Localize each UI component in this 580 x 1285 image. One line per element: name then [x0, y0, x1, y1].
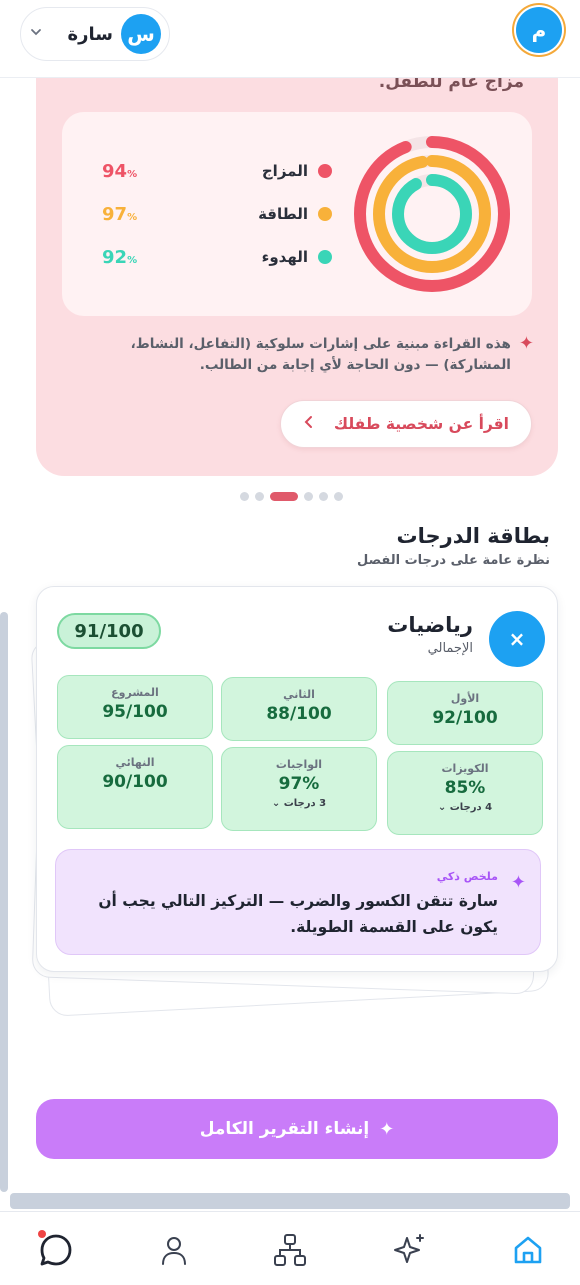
grade-card[interactable]: × رياضيات الإجمالي 91/100 الأول 92/100 ا… [36, 586, 558, 972]
sparkles-icon: ✦ [510, 872, 526, 893]
calm-dot [318, 250, 332, 264]
user-icon [162, 1237, 186, 1265]
mood-metric-calm: الهدوء 92% [102, 242, 332, 272]
calm-value: 92% [102, 246, 138, 268]
pager-dot-active[interactable] [270, 492, 298, 501]
mood-metric-energy: الطاقة 97% [102, 199, 332, 229]
pager-dot[interactable] [319, 492, 328, 501]
tile-expand[interactable]: 4 درجات ⌄ [388, 802, 542, 813]
sparkles-icon: ✦ [518, 333, 534, 354]
pager-dot[interactable] [334, 492, 343, 501]
pager-dot[interactable] [304, 492, 313, 501]
ai-summary-title: ملخص ذكي [436, 870, 498, 883]
top-bar: م س سارة [0, 0, 580, 78]
tile-title: الثاني [283, 688, 315, 701]
grade-tile-homework[interactable]: الواجبات 97% 3 درجات ⌄ [221, 747, 377, 831]
mood-card: مزاج عام للطفل. المزاج 94% الطاقة 97% ال… [36, 60, 558, 476]
read-personality-button[interactable]: اقرأ عن شخصية طفلك [280, 400, 532, 448]
horizontal-scrollbar[interactable] [10, 1193, 570, 1209]
sparkles-icon [394, 1234, 424, 1263]
account-avatar[interactable]: م [516, 7, 562, 53]
pager-dot[interactable] [240, 492, 249, 501]
tile-value: 90/100 [102, 772, 168, 792]
read-personality-label: اقرأ عن شخصية طفلك [333, 415, 509, 433]
nav-hierarchy[interactable] [270, 1230, 310, 1270]
energy-dot [318, 207, 332, 221]
tile-title: الكويزات [441, 762, 489, 775]
nav-chat[interactable] [36, 1230, 76, 1270]
mood-note-text: هذه القراءة مبنية على إشارات سلوكية (الت… [130, 336, 511, 373]
tile-value: 85% [444, 778, 486, 798]
calm-ring [392, 174, 472, 254]
tile-title: المشروع [111, 686, 159, 699]
ai-summary: ✦ ملخص ذكي سارة تتقن الكسور والضرب — الت… [55, 849, 541, 955]
mood-note: ✦ هذه القراءة مبنية على إشارات سلوكية (ا… [114, 334, 534, 376]
total-score-badge: 91/100 [57, 613, 161, 649]
bottom-nav [0, 1211, 580, 1285]
grades-title: بطاقة الدرجات [396, 524, 550, 548]
nav-home[interactable] [508, 1230, 548, 1270]
tile-value: 88/100 [266, 704, 332, 724]
grade-tile-quizzes[interactable]: الكويزات 85% 4 درجات ⌄ [387, 751, 543, 835]
grade-tile-project: المشروع 95/100 [57, 675, 213, 739]
ai-summary-text: سارة تتقن الكسور والضرب — التركيز التالي… [98, 892, 498, 936]
mood-rings-chart [354, 136, 510, 292]
mood-dot [318, 164, 332, 178]
child-selector[interactable]: س سارة [20, 7, 170, 61]
nav-ai[interactable] [390, 1230, 430, 1270]
energy-value: 97% [102, 203, 138, 225]
grade-tile-first: الأول 92/100 [387, 681, 543, 745]
chevron-left-icon [303, 415, 315, 433]
tile-value: 97% [278, 774, 320, 794]
generate-report-label: إنشاء التقرير الكامل [199, 1119, 370, 1139]
tile-value: 95/100 [102, 702, 168, 722]
multiply-icon: × [489, 611, 545, 667]
mood-metric-mood: المزاج 94% [102, 156, 332, 186]
generate-report-button[interactable]: ✦ إنشاء التقرير الكامل [36, 1099, 558, 1159]
chevron-down-icon [29, 25, 43, 43]
mood-panel: المزاج 94% الطاقة 97% الهدوء 92% [62, 112, 532, 316]
hierarchy-icon [274, 1234, 306, 1266]
tile-expand[interactable]: 3 درجات ⌄ [222, 798, 376, 809]
calm-label: الهدوء [261, 248, 308, 266]
grades-subtitle: نظرة عامة على درجات الفصل [356, 553, 550, 568]
child-name: سارة [67, 23, 113, 45]
grade-tile-second: الثاني 88/100 [221, 677, 377, 741]
grade-tile-final: النهائي 90/100 [57, 745, 213, 829]
mood-label: المزاج [261, 162, 308, 180]
tile-title: النهائي [115, 756, 155, 769]
sparkles-icon: ✦ [379, 1118, 395, 1140]
home-icon [514, 1236, 542, 1264]
subject-name: رياضيات [387, 613, 473, 637]
notification-dot [38, 1230, 46, 1238]
pager-dot[interactable] [255, 492, 264, 501]
nav-profile[interactable] [154, 1230, 194, 1270]
tile-title: الواجبات [275, 758, 323, 771]
child-avatar: س [121, 14, 161, 54]
mood-value: 94% [102, 160, 138, 182]
vertical-scrollbar[interactable] [0, 612, 8, 1192]
tile-value: 92/100 [432, 708, 498, 728]
tile-title: الأول [450, 692, 480, 705]
subject-subtitle: الإجمالي [427, 641, 473, 656]
energy-label: الطاقة [258, 205, 308, 223]
carousel-pager [240, 492, 343, 501]
